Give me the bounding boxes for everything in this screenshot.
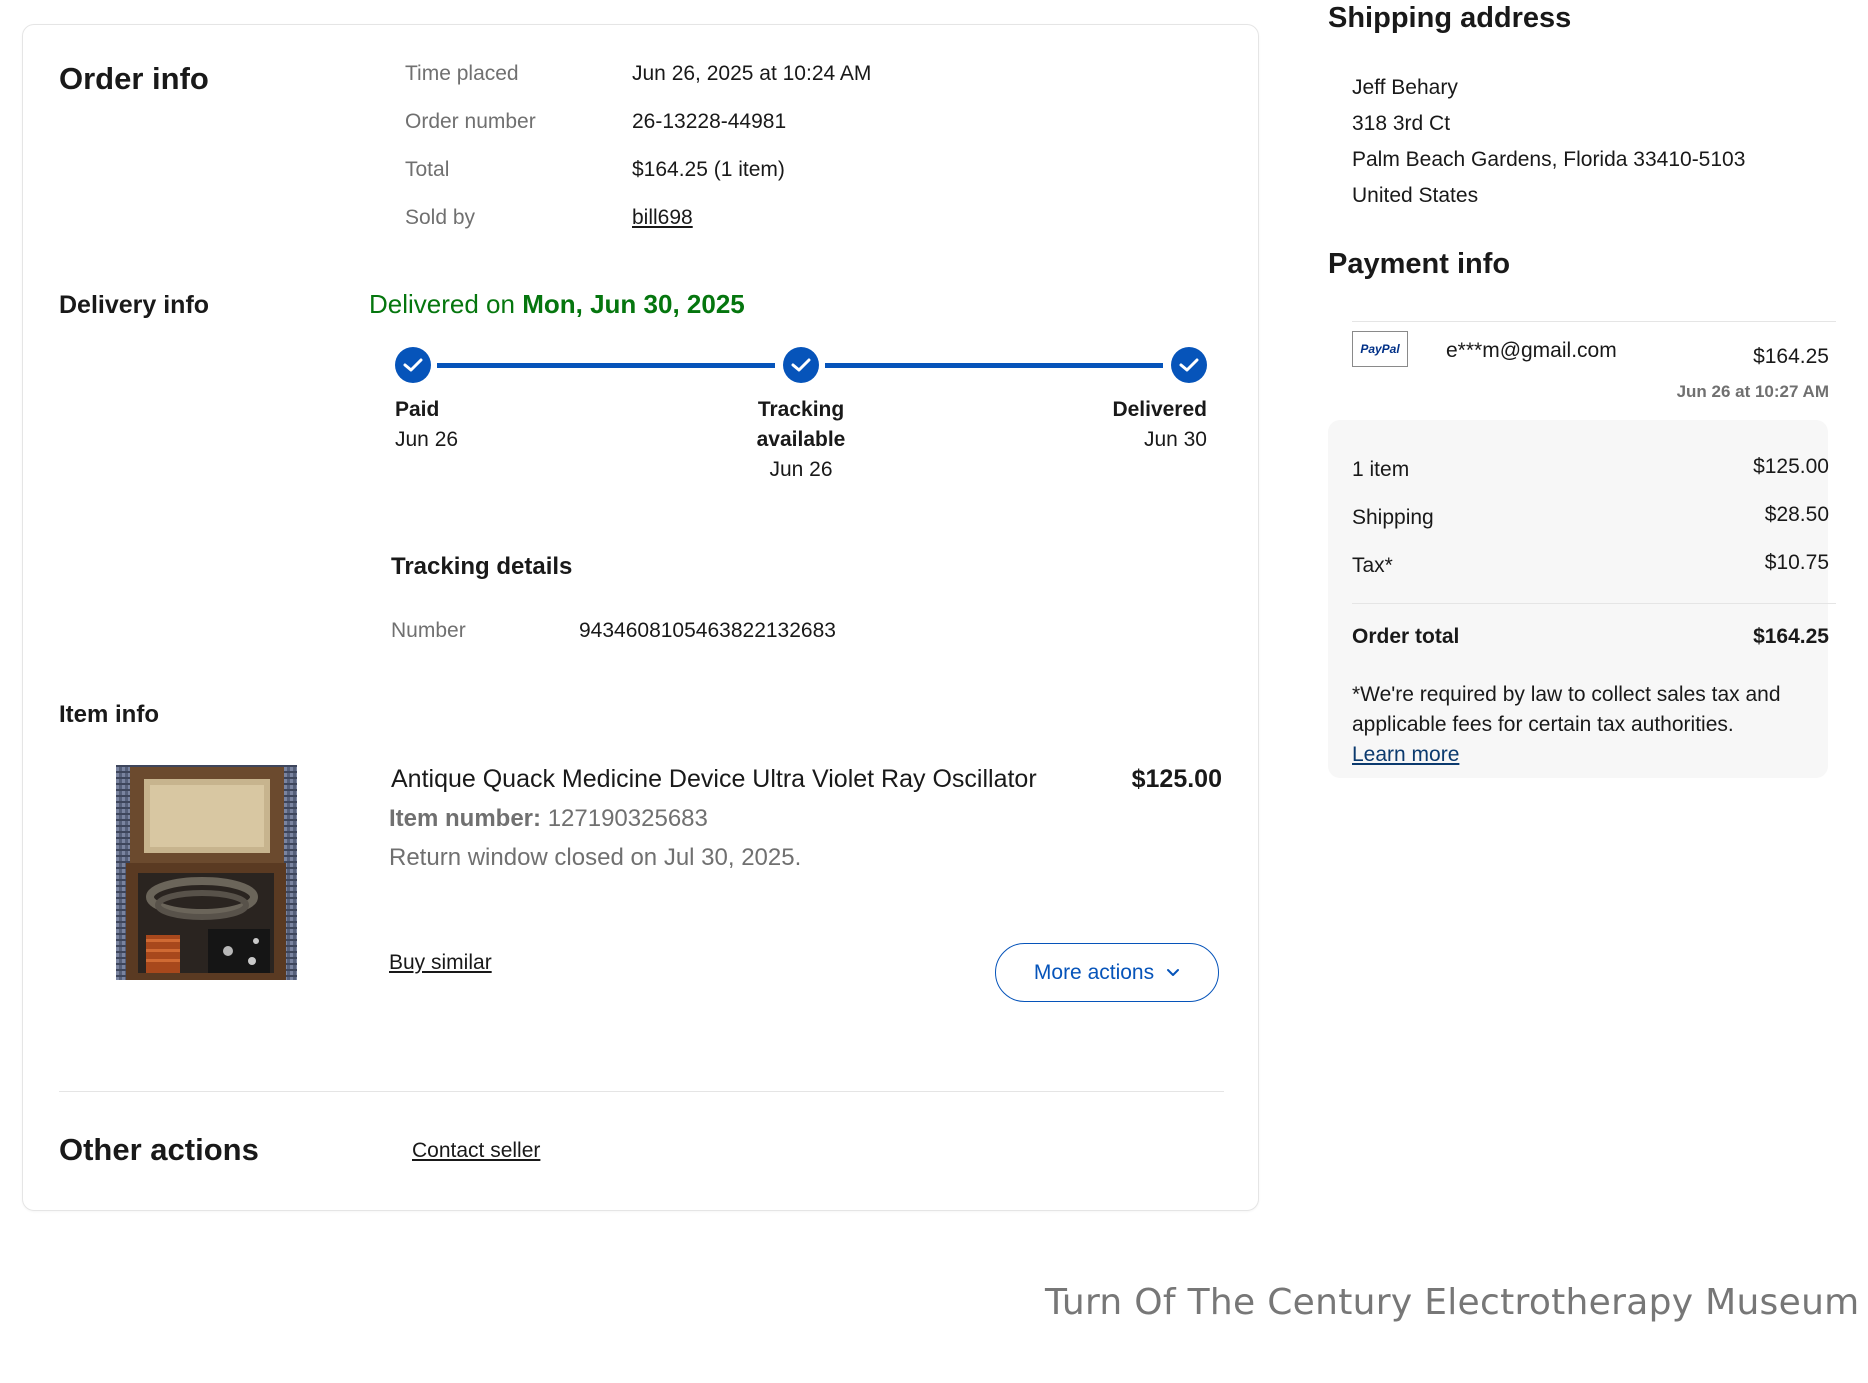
payment-email: e***m@gmail.com [1446,339,1617,362]
order-number-value: 26-13228-44981 [632,110,787,133]
step-delivered-label: Delivered [1112,398,1207,421]
item-thumbnail[interactable] [116,765,297,980]
address-street: 318 3rd Ct [1352,112,1451,135]
summary-shipping-value: $28.50 [1764,503,1829,526]
tracking-check-icon [783,347,819,383]
delivery-info-title: Delivery info [59,291,210,319]
item-info-title: Item info [59,701,159,728]
chevron-down-icon [1167,969,1180,976]
step-delivered-date: Jun 30 [1143,428,1207,451]
delivered-prefix: Delivered on [369,289,515,319]
contact-seller-link[interactable]: Contact seller [412,1139,540,1163]
item-title[interactable]: Antique Quack Medicine Device Ultra Viol… [391,765,1037,794]
item-price: $125.00 [1131,765,1222,793]
sold-by-label: Sold by [405,206,476,229]
item-photo [116,765,297,980]
delivered-status: Delivered on Mon, Jun 30, 2025 [369,289,745,320]
step-tracking-label-2: available [756,428,846,451]
item-number-label: Item number: [389,805,542,832]
summary-order-total-label: Order total [1352,625,1460,648]
summary-items-value: $125.00 [1753,455,1829,478]
order-info-title: Order info [59,61,209,96]
step-paid-label: Paid [395,398,440,421]
section-divider [59,1091,1224,1092]
paypal-logo-icon: PayPal [1352,331,1408,367]
step-tracking-date: Jun 26 [769,458,833,481]
address-name: Jeff Behary [1352,76,1458,99]
other-actions-title: Other actions [59,1132,259,1167]
summary-tax-label: Tax* [1352,554,1393,577]
address-city: Palm Beach Gardens, Florida 33410-5103 [1352,148,1746,171]
delivered-date: Mon, Jun 30, 2025 [522,289,745,319]
learn-more-link[interactable]: Learn more [1352,740,1459,770]
address-country: United States [1352,184,1479,207]
tracking-number-value: 9434608105463822132683 [579,619,836,642]
shipping-address-title: Shipping address [1328,2,1572,34]
paid-check-icon [395,347,431,383]
return-window-note: Return window closed on Jul 30, 2025. [389,844,802,871]
order-details-card: Order info Time placed Jun 26, 2025 at 1… [22,24,1259,1211]
delivered-check-icon [1171,347,1207,383]
progress-segment-2 [825,363,1163,368]
payment-timestamp: Jun 26 at 10:27 AM [1676,382,1829,401]
paypal-logo-text: PayPal [1360,342,1400,356]
summary-tax-value: $10.75 [1764,551,1829,574]
tax-note: *We're required by law to collect sales … [1352,683,1781,736]
item-number-value: 127190325683 [547,805,708,832]
item-number: Item number: 127190325683 [389,805,708,833]
more-actions-button[interactable]: More actions [995,943,1219,1002]
time-placed-value: Jun 26, 2025 at 10:24 AM [632,62,872,85]
museum-caption: Turn Of The Century Electrotherapy Museu… [1045,1282,1860,1323]
payment-divider [1352,321,1836,322]
payment-info-title: Payment info [1328,248,1511,280]
total-value: $164.25 (1 item) [632,158,785,181]
step-tracking-label-1: Tracking [757,398,845,421]
step-paid-date: Jun 26 [395,428,459,451]
tracking-details-title: Tracking details [391,553,573,580]
summary-order-total-value: $164.25 [1753,625,1829,648]
buy-similar-link[interactable]: Buy similar [389,951,492,975]
total-label: Total [405,158,450,181]
seller-link[interactable]: bill698 [632,206,693,230]
payment-amount: $164.25 [1753,345,1829,368]
order-number-label: Order number [405,110,536,133]
summary-divider [1352,603,1836,604]
more-actions-label: More actions [1033,960,1155,984]
tracking-number-label: Number [391,619,466,642]
summary-items-label: 1 item [1352,458,1410,481]
summary-shipping-label: Shipping [1352,506,1434,529]
time-placed-label: Time placed [405,62,519,85]
progress-segment-1 [437,363,775,368]
